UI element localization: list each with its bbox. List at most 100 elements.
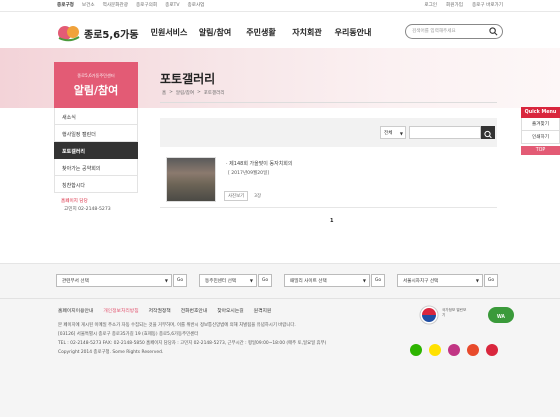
chevron-down-icon: ▼ [249,278,253,283]
homepage-contact: 홈페이지 담당 고민지 02-2148-5273 [54,193,138,212]
footer-copyright: Copyright 2014 종로구청. Some Rights Reserve… [58,350,164,355]
login-link[interactable]: 로그인 [424,2,437,8]
photo-count-label: 사진보기 [224,191,249,201]
badge-text: 국가정보 열린보기 [442,308,467,317]
search-scope-value: 전체 [384,131,393,136]
scroll-top-button[interactable]: TOP [521,146,560,155]
chevron-down-icon: ▼ [164,278,168,283]
breadcrumb-current: 포토갤러리 [203,91,225,96]
mail-icon[interactable] [486,344,498,356]
footer-contact: TEL : 02-2148-5273 FAX: 02-2148-5850 홈페이… [58,341,327,346]
search-icon[interactable] [489,27,498,36]
footer-address: [03126] 서울특별시 종로구 종로35가길 19 (효제동) 종로5,6가… [58,332,199,337]
youtube-icon[interactable] [467,344,479,356]
svg-text:WA: WA [497,314,505,320]
footer-info: 본 페이지에 게시된 이메일 주소가 자동 수집되는 것을 거부하며, 이를 위… [58,321,326,357]
lnb-item-praise[interactable]: 칭찬합시다 [54,176,138,193]
gnb-living[interactable]: 주민생활 [238,27,284,38]
footer-link-guide[interactable]: 홈페이지이용안내 [58,307,93,314]
lnb-item-news[interactable]: 새소식 [54,108,138,125]
sns-links [410,344,498,356]
top-link-tourism[interactable]: 역사문화관광 [103,2,128,8]
page-title: 포토갤러리 [160,72,216,86]
quick-menu-title: Quick Menu [521,107,560,118]
gu-shortcut-link[interactable]: 종로구 바로가기 [472,2,503,8]
join-link[interactable]: 회원가입 [446,2,463,8]
quick-print-button[interactable]: 인쇄하기 [521,131,560,144]
global-nav: 민원서비스 알림/참여 주민생활 자치회관 우리동안내 [146,27,376,38]
footer-divider [0,298,560,299]
gallery-thumbnail[interactable] [166,157,216,202]
footer-link-directions[interactable]: 찾아오시는길 [217,307,243,314]
top-link-council[interactable]: 종로구의회 [136,2,157,8]
lnb-item-calendar[interactable]: 행사일정 캘린더 [54,125,138,142]
site-logo-text[interactable]: 종로5,6가동 [84,26,139,41]
family-site-go-button[interactable]: Go [371,274,385,287]
center-select[interactable]: 동주민센터 선택 ▼ [199,274,257,287]
family-links: 종로구청 보건소 역사문화관광 종로구의회 종로TV 종로사업 [57,2,204,8]
top-link-health[interactable]: 보건소 [82,2,95,8]
breadcrumb-home[interactable]: 홈 [162,90,166,96]
seoul-gu-go-button[interactable]: Go [484,274,498,287]
gallery-item-meta: 사진보기 3장 [224,191,261,201]
search-icon [484,130,492,139]
board-search-bar: 전체 ▼ [160,118,497,147]
search-scope-select[interactable]: 전체 ▼ [380,126,406,139]
gnb-autonomy[interactable]: 자치회관 [284,27,330,38]
breadcrumb: 홈 > 알림/참여 > 포토갤러리 [162,90,224,96]
contact-phone: 고민지 02-2148-5273 [64,207,111,212]
chevron-down-icon: ▼ [362,278,366,283]
gallery-item: · 제148회 가을맞이 동자치회의 [ 2017년09월20일] 사진보기 3… [160,153,497,208]
center-select-label: 동주민센터 선택 [205,279,237,284]
quick-menu: Quick Menu 즐겨찾기 인쇄하기 TOP [521,107,560,155]
member-links: 로그인 회원가입 종로구 바로가기 [424,2,503,8]
chevron-down-icon: ▼ [399,131,403,136]
title-divider [160,102,497,103]
pagination-page[interactable]: 1 [330,218,333,224]
footer-badges: WA 국가정보 열린보기 [418,304,528,330]
quick-bookmark-button[interactable]: 즐겨찾기 [521,118,560,131]
header-search[interactable]: 검색어를 입력해주세요 [405,24,503,39]
lnb-item-meeting[interactable]: 찾아가는 공약회의 [54,159,138,176]
family-site-select[interactable]: 패밀리 사이트 선택 ▼ [284,274,370,287]
top-link-business[interactable]: 종로사업 [188,2,205,8]
left-nav: 새소식 행사일정 캘린더 포토갤러리 찾아가는 공약회의 칭찬합시다 홈페이지 … [54,108,138,212]
gnb-civil[interactable]: 민원서비스 [146,27,192,38]
top-link-jongno[interactable]: 종로구청 [57,2,74,8]
dept-select[interactable]: 관련부서 선택 ▼ [56,274,172,287]
breadcrumb-sep: > [197,90,201,95]
lnb-header: 종로5,6가동주민센터 알림/참여 [54,62,138,108]
top-link-tv[interactable]: 종로TV [165,2,179,8]
chevron-down-icon: ▼ [475,278,479,283]
footer-link-copyright[interactable]: 저작권정책 [149,307,171,314]
dept-go-button[interactable]: Go [173,274,187,287]
breadcrumb-sep: > [169,90,173,95]
lnb-subtitle: 종로5,6가동주민센터 [77,73,115,78]
board-search-button[interactable] [481,126,495,139]
gnb-notice[interactable]: 알림/참여 [192,27,238,38]
gallery-item-title[interactable]: · 제148회 가을맞이 동자치회의 [226,160,293,167]
footer-links: 홈페이지이용안내 개인정보처리방침 저작권정책 전화번호안내 찾아오시는길 원격… [58,307,271,314]
footer-link-privacy[interactable]: 개인정보처리방침 [103,307,138,314]
breadcrumb-section[interactable]: 알림/참여 [176,90,194,96]
photo-count: 3장 [254,194,262,199]
instagram-icon[interactable] [448,344,460,356]
blog-icon[interactable] [410,344,422,356]
footer-email-notice: 본 페이지에 게시된 이메일 주소가 자동 수집되는 것을 거부하며, 이를 위… [58,323,296,328]
top-utility-bar: 종로구청 보건소 역사문화관광 종로구의회 종로TV 종로사업 로그인 회원가입… [0,0,560,12]
center-go-button[interactable]: Go [258,274,272,287]
family-site-select-label: 패밀리 사이트 선택 [290,279,327,284]
dept-select-label: 관련부서 선택 [62,279,89,284]
footer-link-remote[interactable]: 원격지원 [254,307,272,314]
lnb-item-gallery[interactable]: 포토갤러리 [54,142,138,159]
gnb-about[interactable]: 우리동안내 [330,27,376,38]
board-keyword-input[interactable] [409,126,481,139]
lnb-title: 알림/참여 [73,84,119,97]
kakao-icon[interactable] [429,344,441,356]
seoul-gu-select[interactable]: 서울시자치구 선택 ▼ [397,274,483,287]
logo-icon[interactable] [56,21,82,43]
search-input[interactable]: 검색어를 입력해주세요 [412,28,456,34]
footer-link-phone[interactable]: 전화번호안내 [181,307,207,314]
site-footer: 관련부서 선택 ▼ Go 동주민센터 선택 ▼ Go 패밀리 사이트 선택 ▼ … [0,263,560,417]
seoul-gu-select-label: 서울시자치구 선택 [403,279,439,284]
